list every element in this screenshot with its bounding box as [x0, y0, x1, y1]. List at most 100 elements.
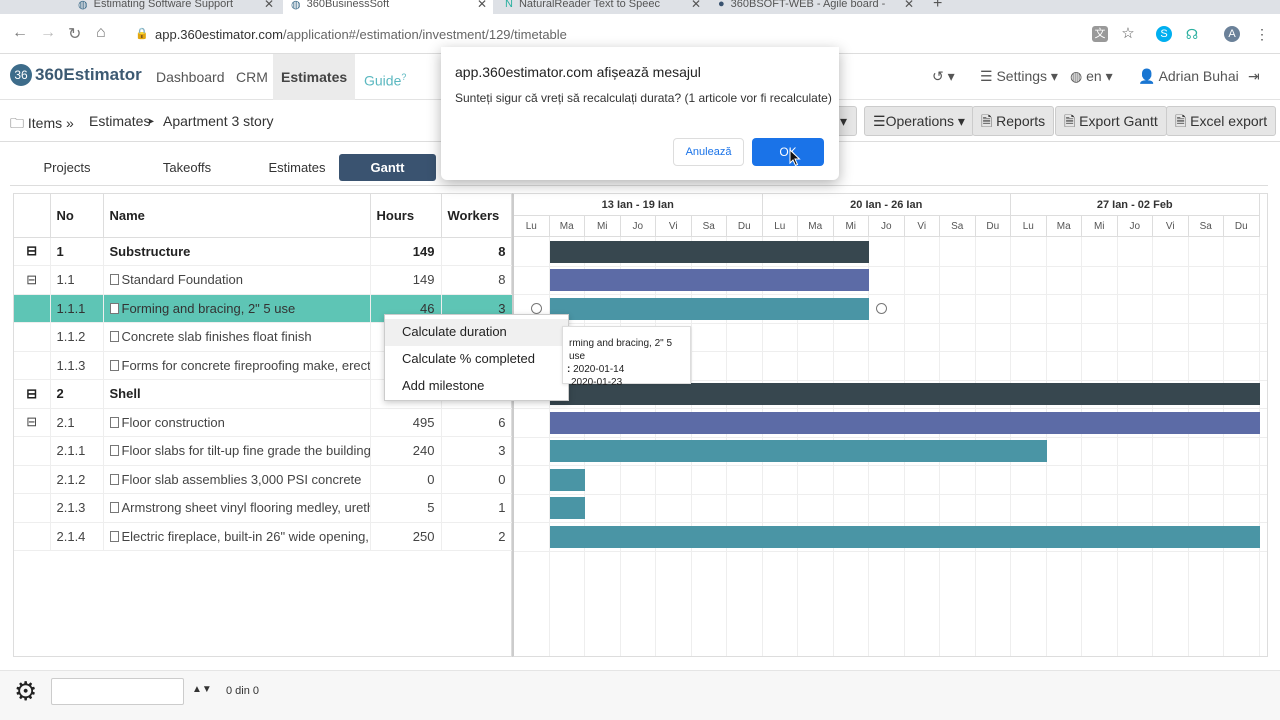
settings-menu[interactable]: ☰ Settings ▾ [980, 68, 1058, 85]
row-toggle-icon[interactable]: ⊟ [14, 237, 51, 266]
user-menu[interactable]: 👤 Adrian Buhai [1138, 68, 1239, 85]
close-tab-icon[interactable]: ✕ [477, 0, 487, 11]
row-name-cell[interactable]: Floor construction [103, 408, 371, 437]
gantt-row-line [514, 294, 1267, 295]
nav-estimates[interactable]: Estimates [273, 54, 355, 100]
gantt-bar-task[interactable] [549, 440, 1047, 462]
items-toggle[interactable]: 🗀 Items » [10, 113, 74, 137]
row-toggle-icon[interactable]: ⊟ [14, 265, 51, 295]
browser-tab[interactable]: ● 360BSOFT-WEB - Agile board - ✕ [710, 0, 920, 14]
browser-tab[interactable]: ◍ Estimating Software Support ✕ [70, 0, 280, 14]
row-toggle-icon[interactable]: ⊟ [14, 379, 51, 409]
nav-crm[interactable]: CRM [228, 54, 276, 100]
translate-icon[interactable]: 文 [1092, 26, 1108, 42]
menu-item-calculate-percent[interactable]: Calculate % completed [385, 346, 568, 373]
nav-dashboard[interactable]: Dashboard [148, 54, 233, 100]
skype-icon[interactable]: S [1156, 26, 1172, 42]
app-logo[interactable]: 36 360Estimator [10, 64, 142, 86]
bar-drag-handle[interactable] [531, 302, 542, 314]
avatar[interactable]: A [1224, 26, 1240, 42]
reports-button[interactable]: 🗎 Reports [972, 106, 1055, 136]
close-tab-icon[interactable]: ✕ [691, 0, 701, 11]
browser-tab[interactable]: N NaturalReader Text to Speec ✕ [497, 0, 707, 14]
gantt-week-header: 27 Ian - 02 Feb [1011, 194, 1260, 216]
logout-icon[interactable]: ⇥ [1248, 68, 1260, 85]
table-row[interactable]: 2.1.4 Electric fireplace, built-in 26" wi… [14, 522, 513, 551]
column-header-name[interactable]: Name [103, 194, 371, 238]
language-menu[interactable]: ◍ en ▾ [1070, 68, 1113, 85]
table-row[interactable]: 2.1.3 Armstrong sheet vinyl flooring medl… [14, 493, 513, 523]
new-tab-icon[interactable]: + [925, 0, 949, 14]
tab-gantt[interactable]: Gantt [339, 154, 436, 181]
row-name-cell[interactable]: Floor slab assemblies 3,000 PSI concrete [103, 465, 371, 494]
menu-item-add-milestone[interactable]: Add milestone [385, 373, 568, 400]
breadcrumb-estimates[interactable]: Estimates [89, 113, 150, 129]
breadcrumb-caret-icon: ▸ [149, 116, 155, 127]
table-row[interactable]: 2.1.1 Floor slabs for tilt-up fine grade … [14, 436, 513, 466]
cancel-button[interactable]: Anulează [673, 138, 744, 166]
tab-estimates[interactable]: Estimates [250, 154, 344, 181]
breadcrumb-project[interactable]: Apartment 3 story [163, 113, 274, 129]
export-gantt-button[interactable]: 🗎 Export Gantt [1055, 106, 1167, 136]
row-name-cell[interactable]: Electric fireplace, built-in 26" wide op… [103, 522, 371, 551]
row-name-cell[interactable]: Shell [103, 379, 371, 409]
gantt-bar-group[interactable] [549, 411, 1260, 434]
gantt-bar-group[interactable] [549, 269, 869, 291]
home-icon[interactable]: ⌂ [96, 24, 106, 42]
gantt-gridline [1187, 237, 1189, 656]
forward-icon[interactable]: → [40, 24, 56, 42]
headphones-icon[interactable]: ☊ [1184, 26, 1200, 42]
gantt-week-header: 20 Ian - 26 Ian [762, 194, 1011, 216]
column-header-no[interactable]: No [50, 194, 104, 238]
footer-search-input[interactable] [51, 678, 184, 705]
address-bar[interactable]: 🔒 app.360estimator.com/application#/esti… [130, 19, 1150, 49]
gantt-gridline [1223, 237, 1224, 656]
row-name-cell[interactable]: Standard Foundation [103, 265, 371, 295]
row-number: 2.1 [50, 408, 104, 437]
menu-item-calculate-duration[interactable]: Calculate duration [385, 319, 568, 346]
export-gantt-label: Export Gantt [1079, 113, 1158, 129]
row-number: 2.1.2 [50, 465, 104, 494]
row-name-cell[interactable]: Forming and bracing, 2" 5 use [103, 294, 371, 323]
bar-drag-handle[interactable] [876, 302, 887, 314]
back-icon[interactable]: ← [12, 24, 28, 42]
globe-icon: ◍ [1070, 68, 1083, 84]
table-row[interactable]: ⊟ 1.1 Standard Foundation 149 8 [14, 265, 513, 295]
tab-takeoffs[interactable]: Takeoffs [140, 154, 234, 181]
row-workers: 8 [441, 237, 513, 266]
operations-button[interactable]: ☰Operations ▾ [864, 106, 974, 136]
ok-button[interactable]: OK [752, 138, 824, 166]
column-header-hours[interactable]: Hours [370, 194, 442, 238]
kebab-menu-icon[interactable]: ⋮ [1254, 26, 1270, 42]
close-tab-icon[interactable]: ✕ [904, 0, 914, 11]
gear-icon[interactable]: ⚙ [14, 678, 37, 704]
nav-guide[interactable]: Guide? [356, 54, 414, 100]
row-name-cell[interactable]: Armstrong sheet vinyl flooring medley, u… [103, 493, 371, 523]
row-name-cell[interactable]: Forms for concrete fireproofing make, er… [103, 351, 371, 380]
pager-arrows-icon[interactable]: ▲▼ [192, 684, 212, 695]
language-label: en [1086, 68, 1102, 84]
settings-icon: ☰ [980, 68, 993, 84]
gantt-bar-task[interactable] [549, 525, 1260, 548]
close-tab-icon[interactable]: ✕ [264, 0, 274, 11]
gantt-bar-task[interactable] [549, 297, 869, 320]
history-icon[interactable]: ↺ ▾ [932, 68, 955, 85]
row-name-cell[interactable]: Floor slabs for tilt-up fine grade the b… [103, 436, 371, 466]
excel-export-label: Excel export [1190, 113, 1268, 129]
table-row[interactable]: ⊟ 2.1 Floor construction 495 6 [14, 408, 513, 437]
star-icon[interactable]: ☆ [1120, 26, 1136, 42]
row-name-cell[interactable]: Substructure [103, 237, 371, 266]
row-toggle-icon[interactable]: ⊟ [14, 408, 51, 437]
gantt-bar-summary[interactable] [549, 240, 869, 263]
gantt-bar-task[interactable] [549, 468, 585, 491]
tab-projects[interactable]: Projects [20, 154, 114, 181]
row-name-cell[interactable]: Concrete slab finishes float finish [103, 322, 371, 352]
gantt-bar-task[interactable] [549, 497, 585, 519]
column-header-workers[interactable]: Workers [441, 194, 513, 238]
browser-tab-active[interactable]: ◍ 360BusinessSoft ✕ [283, 0, 493, 14]
table-row[interactable]: ⊟ 1 Substructure 149 8 [14, 237, 513, 266]
reload-icon[interactable]: ↻ [68, 24, 81, 44]
table-row[interactable]: 2.1.2 Floor slab assemblies 3,000 PSI con… [14, 465, 513, 494]
excel-export-button[interactable]: 🗎 Excel export [1166, 106, 1277, 136]
gantt-day-header: Jo [620, 216, 656, 237]
